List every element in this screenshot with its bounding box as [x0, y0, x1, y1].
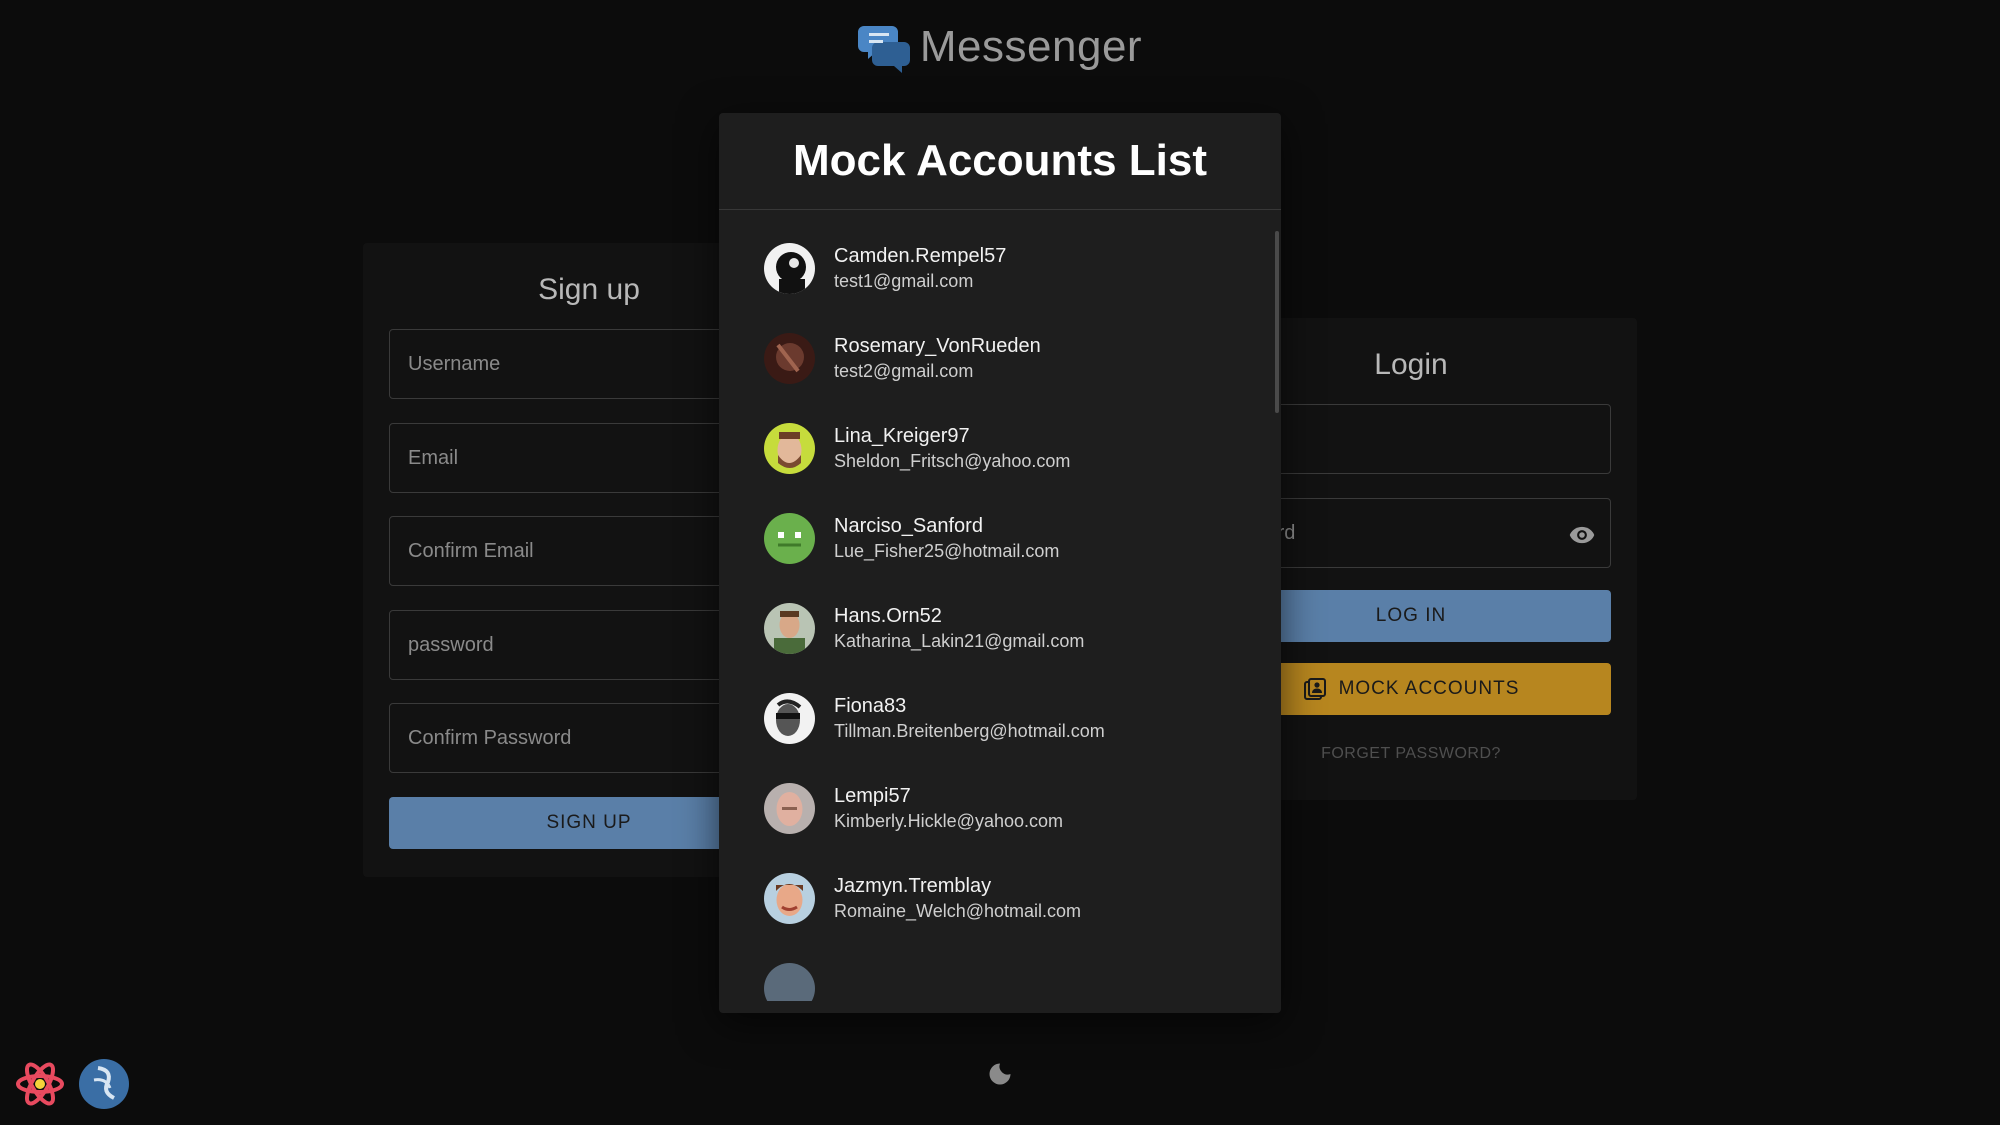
account-item[interactable]: Hans.Orn52 Katharina_Lakin21@gmail.com [764, 593, 1244, 663]
app-title: Messenger [919, 22, 1143, 71]
avatar [764, 602, 815, 654]
avatar [764, 962, 815, 1001]
eye-icon[interactable] [1568, 521, 1596, 549]
avatar [764, 782, 815, 834]
account-name: Narciso_Sanford [834, 515, 983, 537]
accounts-list: Camden.Rempel57 test1@gmail.com Rosemary… [719, 211, 1281, 1001]
account-name: Lempi57 [834, 785, 911, 807]
account-item[interactable]: Lempi57 Kimberly.Hickle@yahoo.com [764, 773, 1244, 843]
moon-icon[interactable] [986, 1060, 1014, 1088]
email-placeholder: Email [408, 447, 459, 469]
account-email: test1@gmail.com [834, 271, 974, 291]
account-item-partial[interactable] [764, 953, 1244, 1001]
confirm-password-placeholder: Confirm Password [408, 727, 572, 749]
modal-title: Mock Accounts List [793, 136, 1207, 185]
messenger-logo-icon [857, 26, 910, 73]
account-email: Lue_Fisher25@hotmail.com [834, 541, 1060, 561]
account-item[interactable]: Lina_Kreiger97 Sheldon_Fritsch@yahoo.com [764, 413, 1244, 483]
mock-accounts-label: MOCK ACCOUNTS [1338, 678, 1520, 699]
confirm-email-placeholder: Confirm Email [408, 540, 534, 562]
account-item[interactable]: Camden.Rempel57 test1@gmail.com [764, 233, 1244, 303]
account-name: Hans.Orn52 [834, 605, 942, 627]
contacts-icon [1303, 678, 1326, 700]
react-devtools-icon[interactable] [14, 1058, 66, 1110]
account-name: Rosemary_VonRueden [834, 335, 1041, 357]
account-item[interactable]: Fiona83 Tillman.Breitenberg@hotmail.com [764, 683, 1244, 753]
avatar [764, 242, 815, 294]
mock-accounts-modal: Mock Accounts List Camden.Rempel57 test1… [719, 113, 1281, 1013]
redux-devtools-icon[interactable] [78, 1058, 130, 1110]
account-email: test2@gmail.com [834, 361, 974, 381]
account-name: Jazmyn.Tremblay [834, 875, 992, 897]
avatar [764, 512, 815, 564]
modal-scrollbar[interactable] [1275, 231, 1279, 413]
account-name: Fiona83 [834, 695, 907, 717]
account-item[interactable]: Rosemary_VonRueden test2@gmail.com [764, 323, 1244, 393]
account-email: Tillman.Breitenberg@hotmail.com [834, 721, 1105, 741]
app-brand: Messenger [0, 20, 2000, 74]
password-placeholder: password [408, 634, 494, 656]
account-item[interactable]: Narciso_Sanford Lue_Fisher25@hotmail.com [764, 503, 1244, 573]
account-email: Sheldon_Fritsch@yahoo.com [834, 451, 1071, 471]
account-name: Camden.Rempel57 [834, 245, 1007, 267]
login-button-label: LOG IN [1375, 605, 1447, 626]
avatar [764, 692, 815, 744]
signup-button-label: SIGN UP [546, 812, 632, 833]
modal-header: Mock Accounts List [719, 113, 1281, 210]
avatar [764, 872, 815, 924]
avatar [764, 422, 815, 474]
avatar [764, 332, 815, 384]
account-email: Katharina_Lakin21@gmail.com [834, 631, 1085, 651]
username-placeholder: Username [408, 353, 501, 375]
account-name: Lina_Kreiger97 [834, 425, 970, 447]
account-item[interactable]: Jazmyn.Tremblay Romaine_Welch@hotmail.co… [764, 863, 1244, 933]
account-email: Kimberly.Hickle@yahoo.com [834, 811, 1064, 831]
account-email: Romaine_Welch@hotmail.com [834, 901, 1082, 921]
